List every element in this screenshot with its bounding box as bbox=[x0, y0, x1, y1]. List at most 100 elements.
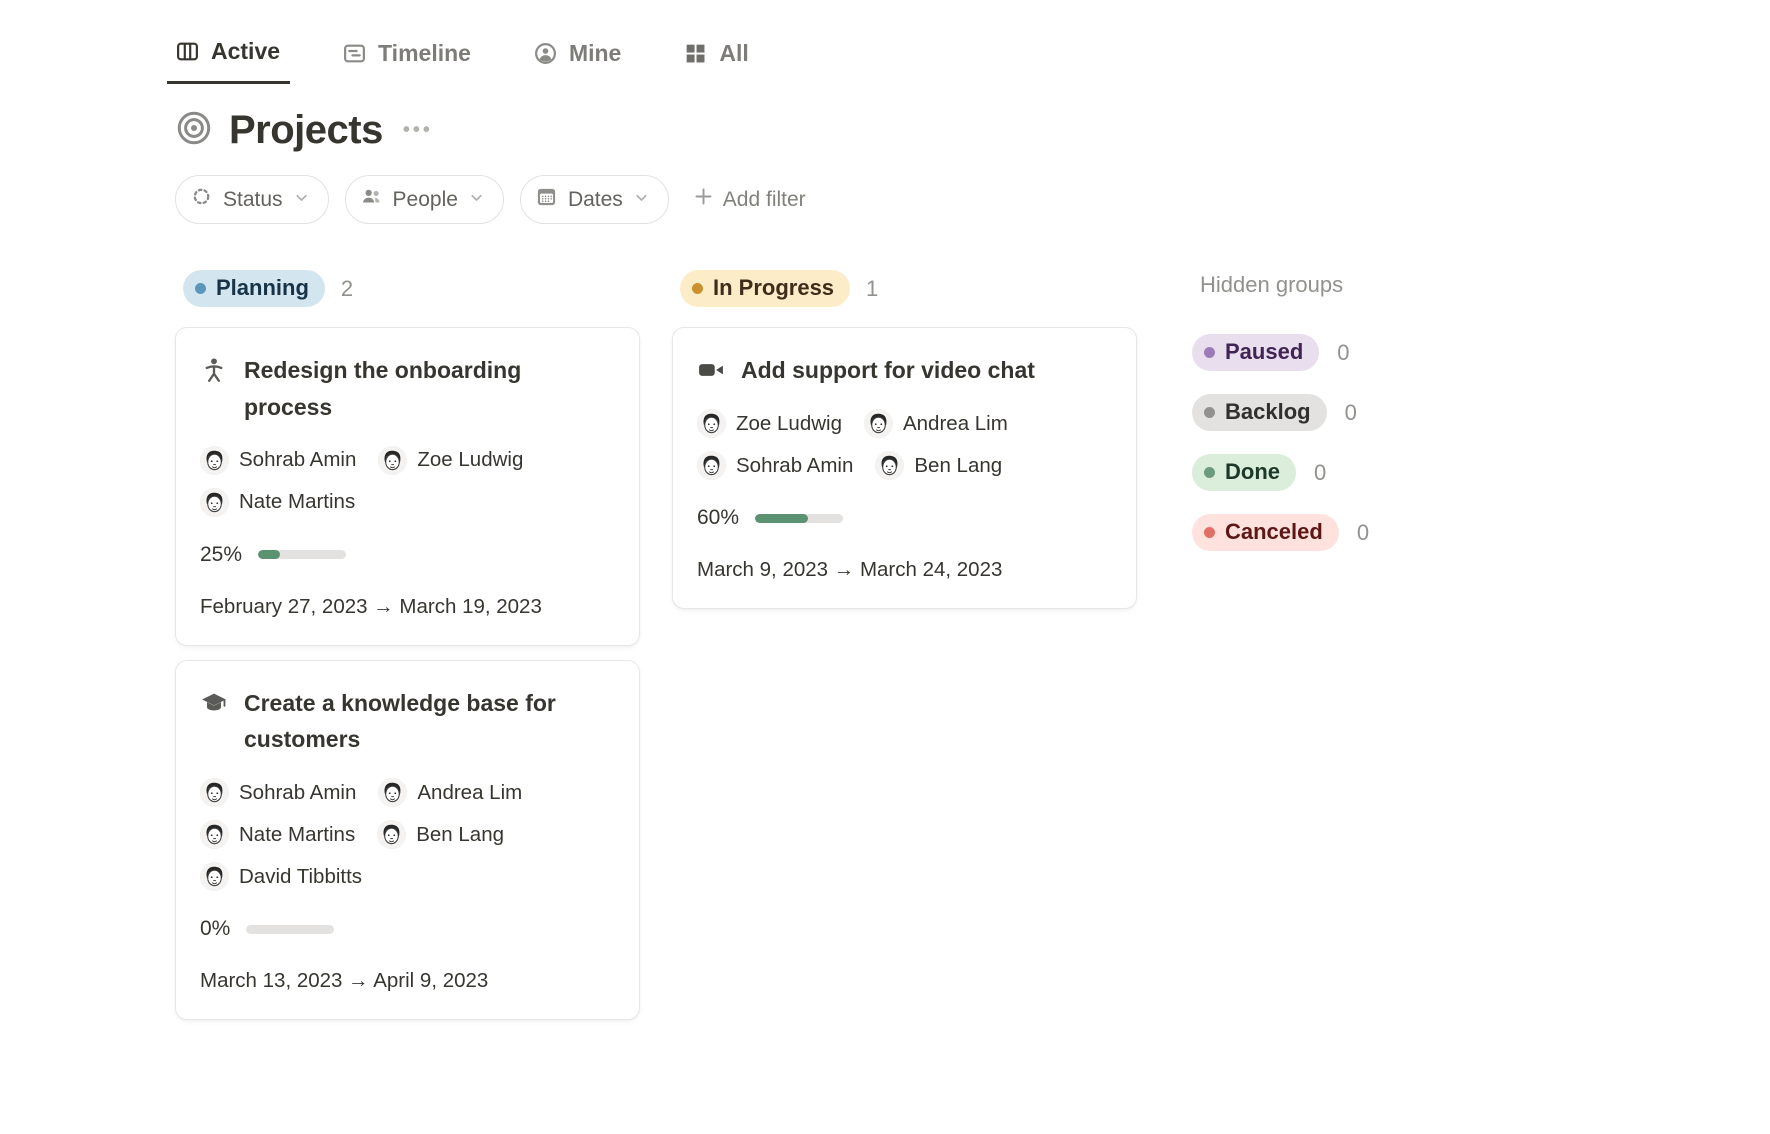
project-card-video-chat[interactable]: Add support for video chat Zoe Ludwig An… bbox=[672, 327, 1137, 609]
people-filter-button[interactable]: People bbox=[345, 175, 504, 224]
status-dot bbox=[1204, 347, 1215, 358]
more-options-button[interactable]: ••• bbox=[399, 119, 437, 142]
status-dot bbox=[1204, 467, 1215, 478]
calendar-icon bbox=[535, 185, 558, 214]
avatar bbox=[875, 451, 904, 480]
progress-row: 60% bbox=[697, 506, 1112, 530]
chevron-down-icon bbox=[293, 188, 310, 212]
page-title: Projects bbox=[229, 108, 383, 153]
status-pill-backlog[interactable]: Backlog bbox=[1192, 394, 1327, 431]
status-pill-label: Planning bbox=[216, 275, 309, 301]
tab-label: Timeline bbox=[378, 40, 471, 67]
status-pill-paused[interactable]: Paused bbox=[1192, 334, 1319, 371]
add-filter-button[interactable]: Add filter bbox=[693, 186, 806, 213]
status-pill-label: Paused bbox=[1225, 339, 1303, 365]
filter-label: People bbox=[393, 188, 458, 212]
status-pill-label: Backlog bbox=[1225, 399, 1311, 425]
progress-row: 25% bbox=[200, 543, 615, 567]
progress-label: 0% bbox=[200, 917, 230, 941]
hidden-groups-title: Hidden groups bbox=[1192, 272, 1452, 298]
view-tabs: Active Timeline Mine All bbox=[175, 28, 1770, 84]
assignee: David Tibbitts bbox=[200, 862, 362, 891]
hidden-groups-panel: Hidden groups Paused 0 Backlog 0 Done bbox=[1192, 270, 1452, 574]
status-dot bbox=[1204, 527, 1215, 538]
assignee: Andrea Lim bbox=[864, 409, 1008, 438]
tab-mine[interactable]: Mine bbox=[525, 30, 631, 83]
column-planning: Planning 2 Redesign the onboarding proce… bbox=[175, 270, 640, 1020]
hidden-group-canceled: Canceled 0 bbox=[1192, 514, 1452, 551]
assignee: Ben Lang bbox=[377, 820, 504, 849]
status-dot bbox=[195, 283, 206, 294]
graduation-cap-icon bbox=[200, 685, 228, 759]
chevron-down-icon bbox=[633, 188, 650, 212]
assignee: Andrea Lim bbox=[378, 778, 522, 807]
card-title: Create a knowledge base for customers bbox=[244, 685, 615, 759]
avatar bbox=[200, 862, 229, 891]
progress-bar bbox=[258, 550, 346, 559]
status-pill-label: Canceled bbox=[1225, 519, 1323, 545]
status-pill-in-progress[interactable]: In Progress bbox=[680, 270, 850, 307]
group-count: 0 bbox=[1314, 460, 1326, 486]
title-row: Projects ••• bbox=[175, 108, 1770, 153]
progress-label: 25% bbox=[200, 543, 242, 567]
add-filter-label: Add filter bbox=[723, 188, 806, 212]
tab-all[interactable]: All bbox=[675, 30, 758, 83]
status-pill-done[interactable]: Done bbox=[1192, 454, 1296, 491]
assignee: Nate Martins bbox=[200, 820, 355, 849]
avatar bbox=[200, 488, 229, 517]
avatar bbox=[697, 451, 726, 480]
status-dot bbox=[692, 283, 703, 294]
assignee: Sohrab Amin bbox=[200, 446, 356, 475]
progress-bar bbox=[755, 514, 843, 523]
status-spinner-icon bbox=[190, 185, 213, 214]
chevron-down-icon bbox=[468, 188, 485, 212]
status-pill-label: Done bbox=[1225, 459, 1280, 485]
group-header: Planning 2 bbox=[175, 270, 640, 307]
people-icon bbox=[360, 185, 383, 214]
filter-label: Dates bbox=[568, 188, 623, 212]
projects-board-page: Active Timeline Mine All Projects ••• bbox=[0, 0, 1770, 1020]
status-dot bbox=[1204, 407, 1215, 418]
group-header: In Progress 1 bbox=[672, 270, 1137, 307]
avatar bbox=[864, 409, 893, 438]
status-pill-label: In Progress bbox=[713, 275, 834, 301]
progress-fill bbox=[755, 514, 808, 523]
date-range: March 13, 2023 → April 9, 2023 bbox=[200, 969, 615, 993]
hidden-group-backlog: Backlog 0 bbox=[1192, 394, 1452, 431]
assignee: Sohrab Amin bbox=[200, 778, 356, 807]
tab-active[interactable]: Active bbox=[167, 28, 290, 84]
hidden-group-paused: Paused 0 bbox=[1192, 334, 1452, 371]
hidden-group-done: Done 0 bbox=[1192, 454, 1452, 491]
project-card-knowledge-base[interactable]: Create a knowledge base for customers So… bbox=[175, 660, 640, 1021]
progress-fill bbox=[258, 550, 280, 559]
status-pill-canceled[interactable]: Canceled bbox=[1192, 514, 1339, 551]
progress-label: 60% bbox=[697, 506, 739, 530]
date-range: March 9, 2023 → March 24, 2023 bbox=[697, 558, 1112, 582]
plus-icon bbox=[693, 186, 714, 213]
group-count: 0 bbox=[1337, 340, 1349, 366]
timeline-view-icon bbox=[342, 41, 367, 66]
progress-row: 0% bbox=[200, 917, 615, 941]
assignee-list: Sohrab Amin Andrea Lim Nate Martins Ben … bbox=[200, 778, 615, 891]
project-card-redesign-onboarding[interactable]: Redesign the onboarding process Sohrab A… bbox=[175, 327, 640, 646]
avatar bbox=[378, 446, 407, 475]
group-count: 1 bbox=[866, 276, 878, 302]
group-count: 0 bbox=[1357, 520, 1369, 546]
board-view-icon bbox=[175, 39, 200, 64]
avatar bbox=[377, 820, 406, 849]
assignee-list: Zoe Ludwig Andrea Lim Sohrab Amin Ben La… bbox=[697, 409, 1112, 480]
card-title: Redesign the onboarding process bbox=[244, 352, 615, 426]
column-in-progress: In Progress 1 Add support for video chat… bbox=[672, 270, 1137, 609]
person-icon bbox=[200, 352, 228, 426]
target-icon bbox=[175, 109, 213, 152]
avatar bbox=[378, 778, 407, 807]
filter-label: Status bbox=[223, 188, 283, 212]
assignee: Nate Martins bbox=[200, 488, 355, 517]
status-pill-planning[interactable]: Planning bbox=[183, 270, 325, 307]
status-filter-button[interactable]: Status bbox=[175, 175, 329, 224]
avatar bbox=[697, 409, 726, 438]
dates-filter-button[interactable]: Dates bbox=[520, 175, 669, 224]
tab-timeline[interactable]: Timeline bbox=[334, 30, 481, 83]
assignee: Ben Lang bbox=[875, 451, 1002, 480]
person-circle-icon bbox=[533, 41, 558, 66]
